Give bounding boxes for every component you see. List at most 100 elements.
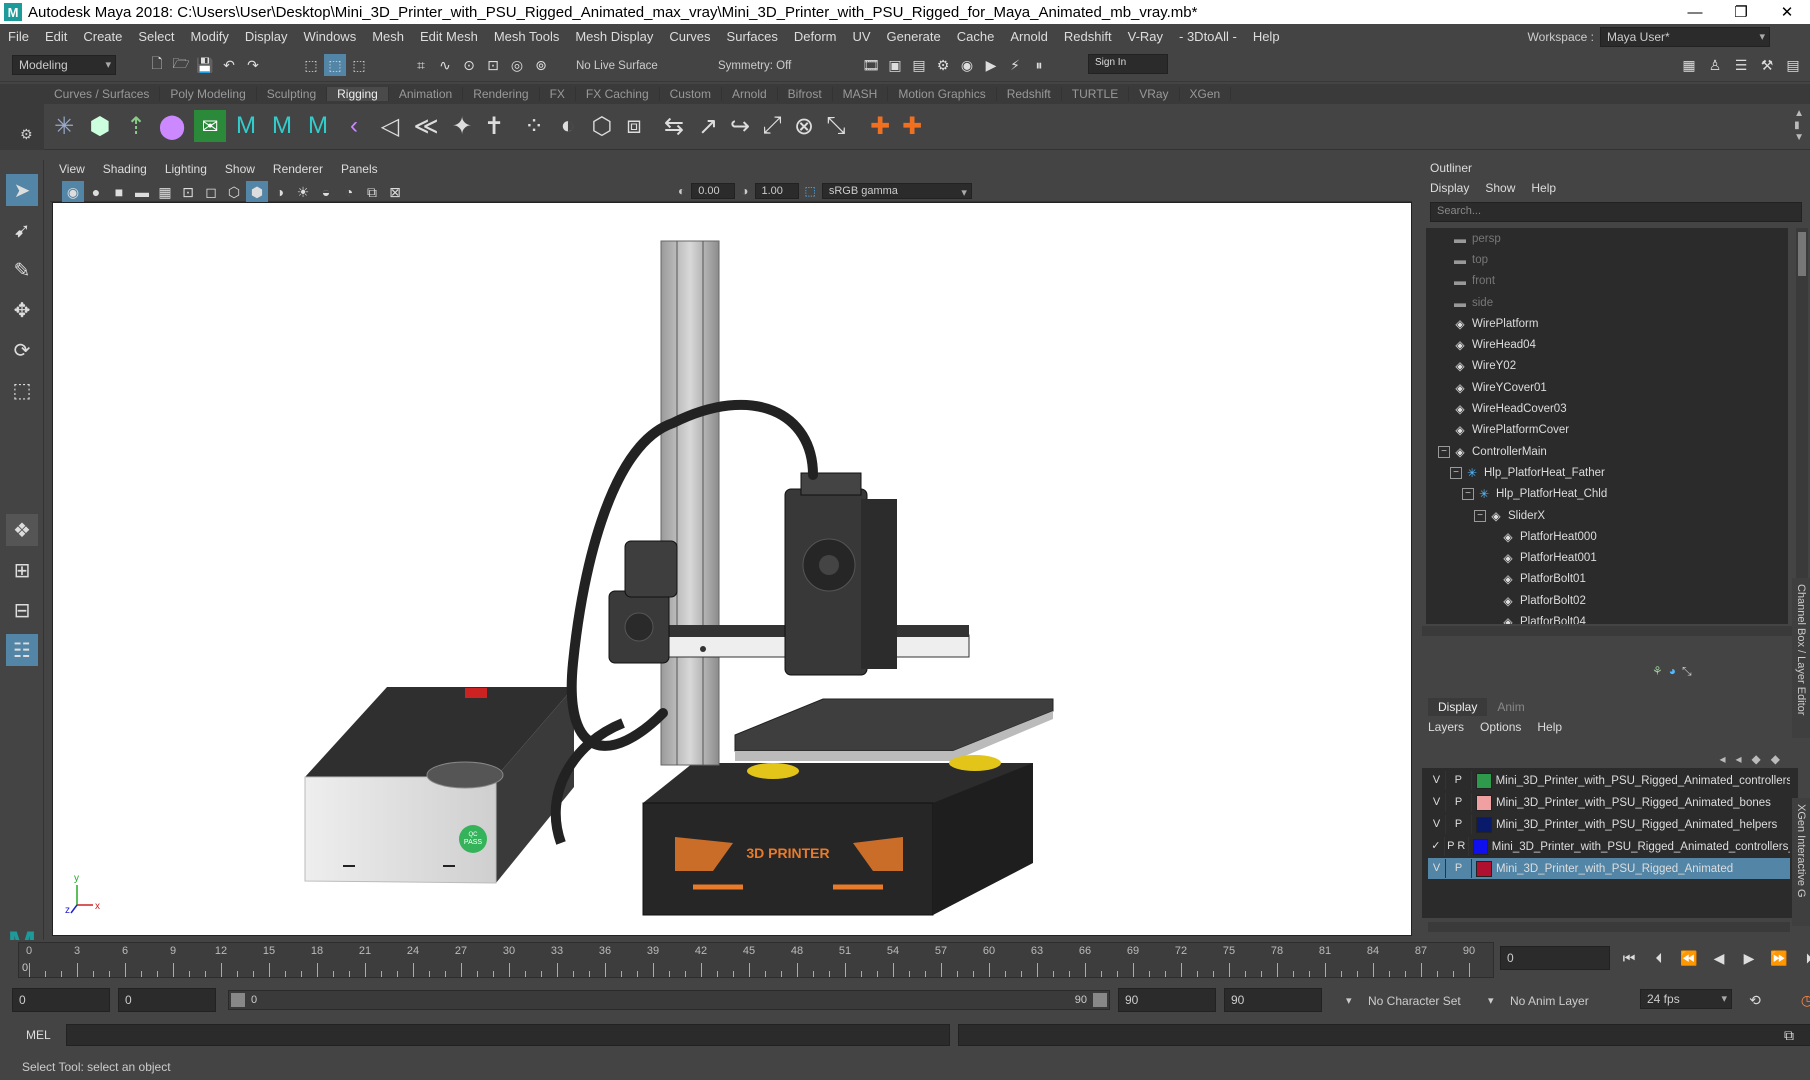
- layer-row[interactable]: V P Mini_3D_Printer_with_PSU_Rigged_Animat…: [1428, 792, 1790, 813]
- shelf-tab-3[interactable]: Rigging: [327, 87, 389, 101]
- shelf-tab-11[interactable]: MASH: [833, 87, 889, 101]
- panel-menu-0[interactable]: View: [50, 162, 94, 176]
- undo-icon[interactable]: ↶: [218, 54, 240, 76]
- ambient-occlusion-icon[interactable]: ◔: [338, 181, 360, 203]
- shelf-tab-6[interactable]: FX: [540, 87, 576, 101]
- layer-row[interactable]: V P Mini_3D_Printer_with_PSU_Rigged_Animat…: [1428, 770, 1790, 791]
- save-scene-icon[interactable]: 💾: [194, 54, 216, 76]
- aim-constraint-icon[interactable]: ◐: [552, 110, 584, 142]
- grid-toggle-icon[interactable]: ▦: [154, 181, 176, 203]
- ik-handle-icon[interactable]: ⬤: [156, 110, 188, 142]
- layer-menu-2[interactable]: Help: [1537, 720, 1562, 734]
- menu-6[interactable]: Windows: [295, 29, 364, 44]
- shelf-tab-14[interactable]: TURTLE: [1062, 87, 1130, 101]
- script-editor-icon[interactable]: ⧉: [1778, 1024, 1800, 1046]
- image-plane-icon[interactable]: ▬: [131, 181, 153, 203]
- workspace-dropdown[interactable]: Maya User*: [1600, 27, 1770, 47]
- outliner-item[interactable]: − ◈ ControllerMain: [1426, 441, 1788, 462]
- outliner-item[interactable]: ◈ PlatforHeat000: [1426, 526, 1788, 547]
- channel-box-icon[interactable]: ▤: [1782, 54, 1804, 76]
- menu-17[interactable]: Arnold: [1002, 29, 1056, 44]
- layer-color-swatch[interactable]: [1476, 816, 1492, 833]
- snap-grid-icon[interactable]: ⌗: [410, 54, 432, 76]
- menu-4[interactable]: Modify: [183, 29, 237, 44]
- menu-0[interactable]: File: [0, 29, 37, 44]
- layer-row[interactable]: V P Mini_3D_Printer_with_PSU_Rigged_Animat…: [1428, 858, 1790, 879]
- outliner-menu-0[interactable]: Display: [1422, 181, 1477, 195]
- step-back-key-icon[interactable]: ⏴: [1648, 947, 1670, 969]
- scale-tool-icon[interactable]: ⬚: [6, 374, 38, 406]
- lasso-tool-icon[interactable]: ➹: [6, 214, 38, 246]
- attribute-editor-icon[interactable]: ☰: [1730, 54, 1752, 76]
- character-controls-icon[interactable]: ♙: [1704, 54, 1726, 76]
- panel-menu-4[interactable]: Renderer: [264, 162, 332, 176]
- menu-12[interactable]: Surfaces: [719, 29, 786, 44]
- outliner-item[interactable]: ◈ PlatforHeat001: [1426, 547, 1788, 568]
- outliner-item[interactable]: ▬ top: [1426, 249, 1788, 270]
- move-layer-up-icon[interactable]: ◂: [1719, 752, 1725, 766]
- select-objects-icon[interactable]: ⬚: [324, 54, 346, 76]
- menu-20[interactable]: - 3DtoAll -: [1171, 29, 1245, 44]
- quick-rig-icon[interactable]: ✝: [478, 110, 510, 142]
- symmetry-label[interactable]: Symmetry: Off: [718, 60, 791, 72]
- animation-start-field[interactable]: 0: [12, 988, 110, 1012]
- auto-key-icon[interactable]: ◷: [1796, 989, 1810, 1011]
- textured-icon[interactable]: ◑: [269, 181, 291, 203]
- perspective-viewport[interactable]: QC PASS 3D PRINTER y z x: [52, 202, 1412, 936]
- maximize-button[interactable]: ❐: [1718, 0, 1764, 24]
- layer-menu-1[interactable]: Options: [1480, 720, 1521, 734]
- snap-surface-icon[interactable]: ◎: [506, 54, 528, 76]
- panel-menu-3[interactable]: Show: [216, 162, 264, 176]
- outliner-item[interactable]: − ✳ Hlp_PlatforHeat_Chld: [1426, 484, 1788, 505]
- outliner-item[interactable]: ▬ front: [1426, 271, 1788, 292]
- render-view-icon[interactable]: 🎞: [860, 54, 882, 76]
- outliner-item[interactable]: ◈ PlatforBolt04: [1426, 611, 1788, 624]
- sign-in-button[interactable]: Sign In: [1088, 54, 1168, 74]
- menu-9[interactable]: Mesh Tools: [486, 29, 568, 44]
- layer-visibility-toggle[interactable]: ✓: [1428, 837, 1445, 856]
- normal-constraint-icon[interactable]: ⤢: [756, 110, 788, 142]
- vray-render-icon[interactable]: ▶: [980, 54, 1002, 76]
- menu-18[interactable]: Redshift: [1056, 29, 1120, 44]
- panel-menu-1[interactable]: Shading: [94, 162, 156, 176]
- layer-tab-1[interactable]: Anim: [1487, 698, 1534, 716]
- locator-plus-icon[interactable]: ✚: [896, 110, 928, 142]
- create-layer-selected-icon[interactable]: ◆: [1771, 752, 1780, 766]
- lighting-icon[interactable]: ☀: [292, 181, 314, 203]
- shelf-tab-15[interactable]: VRay: [1129, 87, 1180, 101]
- snap-point-icon[interactable]: ⊙: [458, 54, 480, 76]
- outliner-item[interactable]: − ◈ SliderX: [1426, 505, 1788, 526]
- character-set-dropdown[interactable]: No Character Set: [1368, 994, 1461, 1008]
- menu-10[interactable]: Mesh Display: [567, 29, 661, 44]
- live-surface-label[interactable]: No Live Surface: [576, 60, 658, 72]
- camera-attributes-icon[interactable]: ●: [85, 181, 107, 203]
- persp-outliner-layout-icon[interactable]: ⊟: [6, 594, 38, 626]
- shelf-tab-8[interactable]: Custom: [660, 87, 722, 101]
- rotate-tool-icon[interactable]: ⟳: [6, 334, 38, 366]
- outliner-item[interactable]: ◈ PlatforBolt01: [1426, 569, 1788, 590]
- single-perspective-layout-icon[interactable]: ❖: [6, 514, 38, 546]
- smooth-shade-icon[interactable]: ⬢: [246, 181, 268, 203]
- animation-end-field[interactable]: 90: [1224, 988, 1322, 1012]
- isolate-select-icon[interactable]: ⧉: [361, 181, 383, 203]
- menu-1[interactable]: Edit: [37, 29, 75, 44]
- pause-icon[interactable]: ⏸: [1028, 54, 1050, 76]
- scale-constraint-icon[interactable]: ⇆: [658, 110, 690, 142]
- ipr-render-icon[interactable]: ▤: [908, 54, 930, 76]
- playback-end-field[interactable]: 90: [1118, 988, 1216, 1012]
- geometry-constraint-icon[interactable]: ↪: [724, 110, 756, 142]
- mirror-joint-icon[interactable]: ⇡: [120, 110, 152, 142]
- exposure-field[interactable]: 0.00: [691, 183, 736, 199]
- shelf-tab-1[interactable]: Poly Modeling: [160, 87, 257, 101]
- xray-icon[interactable]: ⊠: [384, 181, 406, 203]
- shelf-scroll-icon[interactable]: ▲ ▮ ▼: [1794, 108, 1804, 144]
- outliner-layout-icon[interactable]: ☷: [6, 634, 38, 666]
- snap-curve-icon[interactable]: ∿: [434, 54, 456, 76]
- outliner-vscrollbar[interactable]: [1796, 228, 1808, 624]
- move-layer-down-icon[interactable]: ◂: [1736, 752, 1742, 766]
- layer-visibility-toggle[interactable]: V: [1428, 859, 1446, 878]
- select-components-icon[interactable]: ⬚: [348, 54, 370, 76]
- layer-menu-0[interactable]: Layers: [1428, 720, 1464, 734]
- minimize-button[interactable]: —: [1672, 0, 1718, 24]
- resolution-gate-icon[interactable]: ◻: [200, 181, 222, 203]
